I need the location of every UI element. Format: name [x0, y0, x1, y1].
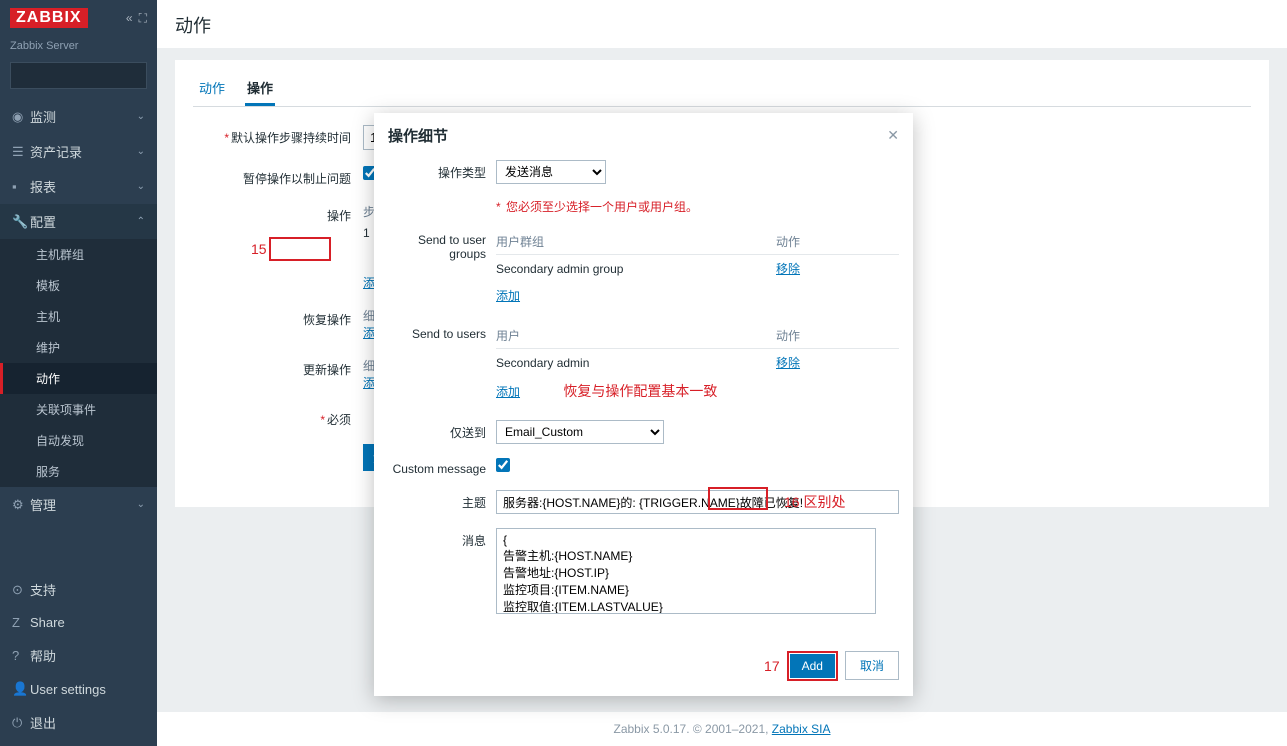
lbl-default-duration: 默认操作步骤持续时间	[231, 131, 351, 145]
footer-share[interactable]: ZShare	[0, 607, 157, 638]
textarea-message[interactable]: { 告警主机:{HOST.NAME} 告警地址:{HOST.IP} 监控项目:{…	[496, 528, 876, 614]
nav-config[interactable]: 🔧配置⌃	[0, 204, 157, 239]
footer: Zabbix 5.0.17. © 2001–2021, Zabbix SIA	[157, 712, 1287, 746]
nav-admin[interactable]: ⚙管理⌄	[0, 487, 157, 522]
logo: ZABBIX	[10, 8, 88, 28]
footer-logout[interactable]: ⏻退出	[0, 705, 157, 740]
sub-services[interactable]: 服务	[0, 456, 157, 487]
group-remove-link[interactable]: 移除	[776, 262, 800, 276]
must-select-note: 您必须至少选择一个用户或用户组。	[506, 200, 698, 214]
lbl-custom-msg: Custom message	[388, 458, 496, 476]
lbl-send-only: 仅送到	[388, 420, 496, 441]
sub-actions[interactable]: 动作	[0, 363, 157, 394]
lbl-required: 必须	[327, 413, 351, 427]
tab-operation[interactable]: 操作	[245, 72, 275, 106]
groups-table: 用户群组动作 Secondary admin group移除 添加	[496, 229, 899, 309]
sidebar-header: ZABBIX « ⛶	[0, 0, 157, 36]
btn-cancel[interactable]: 取消	[845, 651, 899, 680]
tabs: 动作 操作	[193, 72, 1251, 107]
footer-help[interactable]: ?帮助	[0, 638, 157, 673]
lbl-update: 更新操作	[193, 357, 363, 378]
sub-hosts[interactable]: 主机	[0, 301, 157, 332]
maximize-icon[interactable]: ⛶	[139, 11, 147, 26]
lbl-send-groups: Send to user groups	[388, 229, 496, 261]
lbl-send-users: Send to users	[388, 323, 496, 341]
close-icon[interactable]: ✕	[887, 127, 899, 144]
group-add-link[interactable]: 添加	[496, 289, 520, 303]
sub-hostgroups[interactable]: 主机群组	[0, 239, 157, 270]
footer-user-settings[interactable]: 👤User settings	[0, 673, 157, 705]
sub-templates[interactable]: 模板	[0, 270, 157, 301]
user-remove-link[interactable]: 移除	[776, 356, 800, 370]
lbl-operations: 操作	[193, 203, 363, 224]
btn-add[interactable]: Add	[790, 654, 835, 678]
sub-discovery[interactable]: 自动发现	[0, 425, 157, 456]
chk-custom-msg[interactable]	[496, 458, 510, 472]
table-row: Secondary admin移除	[496, 349, 899, 377]
sidebar-footer: ⊙支持 ZShare ?帮助 👤User settings ⏻退出	[0, 572, 157, 746]
user-add-link[interactable]: 添加	[496, 385, 520, 399]
lbl-recovery: 恢复操作	[193, 307, 363, 328]
nav-config-submenu: 主机群组 模板 主机 维护 动作 关联项事件 自动发现 服务	[0, 239, 157, 487]
sel-op-type[interactable]: 发送消息	[496, 160, 606, 184]
footer-link[interactable]: Zabbix SIA	[772, 722, 831, 736]
server-name: Zabbix Server	[0, 36, 157, 62]
nav-reports[interactable]: ▪报表⌄	[0, 169, 157, 204]
search-box[interactable]	[10, 62, 147, 89]
nav-monitor[interactable]: ◉监测⌄	[0, 99, 157, 134]
nav: ◉监测⌄ ☰资产记录⌄ ▪报表⌄ 🔧配置⌃ 主机群组 模板 主机 维护 动作 关…	[0, 99, 157, 572]
sidebar: ZABBIX « ⛶ Zabbix Server ◉监测⌄ ☰资产记录⌄ ▪报表…	[0, 0, 157, 746]
users-table: 用户动作 Secondary admin移除 添加 恢复与操作配置基本一致	[496, 323, 899, 406]
table-row: Secondary admin group移除	[496, 255, 899, 283]
annotation-17: 17	[764, 658, 780, 674]
lbl-subject: 主题	[388, 490, 496, 511]
lbl-pause: 暂停操作以制止问题	[193, 166, 363, 187]
tab-action[interactable]: 动作	[197, 72, 227, 106]
dialog: 操作细节 ✕ 操作类型 发送消息 * 您必须至少选择一个用户或用户组。 Send…	[374, 113, 913, 696]
page-title: 动作	[157, 0, 1287, 48]
collapse-icon[interactable]: «	[126, 11, 133, 26]
dialog-title: 操作细节	[388, 125, 448, 146]
recovery-note: 恢复与操作配置基本一致	[563, 383, 717, 399]
sub-event-corr[interactable]: 关联项事件	[0, 394, 157, 425]
lbl-op-type: 操作类型	[388, 160, 496, 181]
lbl-message: 消息	[388, 528, 496, 549]
sub-maintenance[interactable]: 维护	[0, 332, 157, 363]
nav-assets[interactable]: ☰资产记录⌄	[0, 134, 157, 169]
footer-support[interactable]: ⊙支持	[0, 572, 157, 607]
sel-send-only[interactable]: Email_Custom	[496, 420, 664, 444]
input-subject[interactable]	[496, 490, 899, 514]
